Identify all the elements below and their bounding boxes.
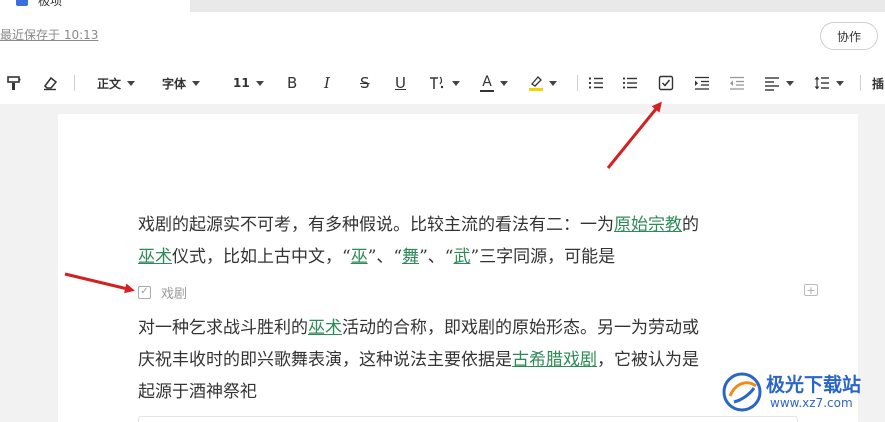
- clear-format-button[interactable]: [42, 72, 58, 94]
- app-window: 极项 最近保存于 10:13 协作 正文 字体 11 B I S U A 插 戏…: [0, 0, 885, 422]
- paragraph-line: 戏剧的起源实不可考，有多种假说。比较主流的看法有二：一为原始宗教的: [138, 209, 699, 241]
- text-effect-icon: [430, 76, 444, 89]
- chevron-down-icon: [549, 80, 557, 86]
- format-painter-button[interactable]: [6, 72, 22, 94]
- paragraph-line: 起源于酒神祭祀: [138, 376, 257, 408]
- hyperlink[interactable]: 巫: [351, 247, 368, 267]
- font-size-dropdown[interactable]: 11: [233, 72, 264, 94]
- task-checkbox[interactable]: ✓: [138, 285, 151, 299]
- paragraph-style-label: 正文: [97, 76, 122, 91]
- text-run: ”三字同源，可能是: [470, 247, 616, 267]
- bold-icon: B: [287, 74, 298, 92]
- align-left-icon: [765, 77, 779, 91]
- text-run: ”、“: [419, 247, 454, 267]
- tab-title: 极项: [38, 0, 63, 8]
- paragraph-line: 巫术仪式，比如上古中文，“巫”、“舞”、“武”三字同源，可能是: [138, 241, 615, 273]
- tab-bar: 极项: [0, 0, 885, 12]
- text-run: 起源于酒神祭祀: [138, 382, 257, 402]
- chevron-down-icon: [127, 80, 136, 86]
- hyperlink[interactable]: 武: [453, 247, 470, 267]
- underline-icon: U: [395, 74, 406, 92]
- font-color-icon: A: [480, 75, 494, 92]
- toolbar-divider: [577, 75, 578, 91]
- format-painter-icon: [7, 76, 21, 90]
- text-run: ”、“: [367, 247, 403, 267]
- text-run: 仪式，比如上古中文，“: [172, 247, 351, 267]
- chevron-down-icon: [836, 80, 844, 86]
- text-run: 戏剧的起源实不可考，有多种假说。比较主流的看法有二：一为: [138, 215, 614, 235]
- font-color-dropdown[interactable]: A: [480, 72, 508, 94]
- bullet-list-icon: [622, 77, 637, 89]
- text-run: 活动的合称，即戏剧的原始形态。另一为劳动或: [342, 318, 699, 338]
- text-run: ，它被认为是: [597, 350, 699, 370]
- paragraph-style-dropdown[interactable]: 正文: [97, 72, 136, 94]
- align-dropdown[interactable]: [764, 72, 794, 94]
- hyperlink[interactable]: 巫术: [138, 247, 172, 267]
- eraser-icon: [44, 76, 58, 91]
- decrease-indent-button[interactable]: [729, 72, 745, 94]
- insert-label: 插: [872, 76, 885, 91]
- task-list-item: ✓ 戏剧: [138, 280, 187, 304]
- watermark: 极光下载站 www.xz7.com: [720, 366, 880, 418]
- text-effect-dropdown[interactable]: [428, 72, 460, 94]
- document-tab[interactable]: 极项: [0, 0, 190, 12]
- chevron-down-icon: [255, 80, 264, 86]
- toolbar-divider: [74, 75, 75, 91]
- checkbox-icon: [658, 75, 674, 91]
- font-size-label: 11: [233, 76, 250, 90]
- add-comment-icon[interactable]: +: [804, 284, 818, 296]
- highlighter-icon: [529, 75, 543, 91]
- paragraph-line: 对一种乞求战斗胜利的巫术活动的合称，即戏剧的原始形态。另一为劳动或: [138, 312, 699, 344]
- insert-menu-button[interactable]: 插: [872, 72, 884, 94]
- toolbar-divider: [860, 75, 861, 91]
- strikethrough-button[interactable]: S: [360, 72, 370, 94]
- underline-button[interactable]: U: [395, 72, 406, 94]
- indent-increase-icon: [695, 76, 709, 90]
- strikethrough-icon: S: [360, 74, 370, 92]
- paragraph-line: 庆祝丰收时的即兴歌舞表演，这种说法主要依据是古希腊戏剧，它被认为是: [138, 344, 699, 376]
- watermark-url: www.xz7.com: [770, 396, 853, 410]
- task-text[interactable]: 戏剧: [161, 283, 187, 302]
- hyperlink[interactable]: 原始宗教: [614, 215, 682, 235]
- increase-indent-button[interactable]: [694, 72, 710, 94]
- italic-icon: I: [324, 74, 330, 92]
- content-block[interactable]: [138, 416, 798, 422]
- font-family-label: 字体: [162, 76, 187, 91]
- line-spacing-icon: [814, 76, 829, 90]
- chevron-down-icon: [452, 80, 460, 86]
- line-spacing-dropdown[interactable]: [814, 72, 844, 94]
- highlight-color-dropdown[interactable]: [529, 72, 557, 94]
- doc-icon: [16, 0, 28, 6]
- watermark-name: 极光下载站: [766, 374, 862, 396]
- last-saved-link[interactable]: 最近保存于 10:13: [0, 28, 98, 42]
- indent-decrease-icon: [730, 76, 744, 90]
- bold-button[interactable]: B: [287, 72, 297, 94]
- chevron-down-icon: [500, 80, 508, 86]
- bullet-list-button[interactable]: [622, 72, 638, 94]
- collaborate-button[interactable]: 协作: [820, 22, 878, 50]
- watermark-logo-icon: [722, 372, 762, 412]
- text-run: 的: [682, 215, 699, 235]
- hyperlink[interactable]: 古希腊戏剧: [512, 350, 597, 370]
- hyperlink[interactable]: 巫术: [308, 318, 342, 338]
- font-family-dropdown[interactable]: 字体: [162, 72, 201, 94]
- task-list-button[interactable]: [658, 72, 674, 94]
- text-run: 对一种乞求战斗胜利的: [138, 318, 308, 338]
- chevron-down-icon: [192, 80, 201, 86]
- ordered-list-button[interactable]: [588, 72, 604, 94]
- header-bar: 最近保存于 10:13 协作: [0, 12, 885, 62]
- chevron-down-icon: [786, 80, 794, 86]
- italic-button[interactable]: I: [324, 72, 330, 94]
- format-toolbar: 正文 字体 11 B I S U A 插: [0, 62, 885, 104]
- ordered-list-icon: [589, 77, 603, 89]
- text-run: 庆祝丰收时的即兴歌舞表演，这种说法主要依据是: [138, 350, 512, 370]
- hyperlink[interactable]: 舞: [402, 247, 419, 267]
